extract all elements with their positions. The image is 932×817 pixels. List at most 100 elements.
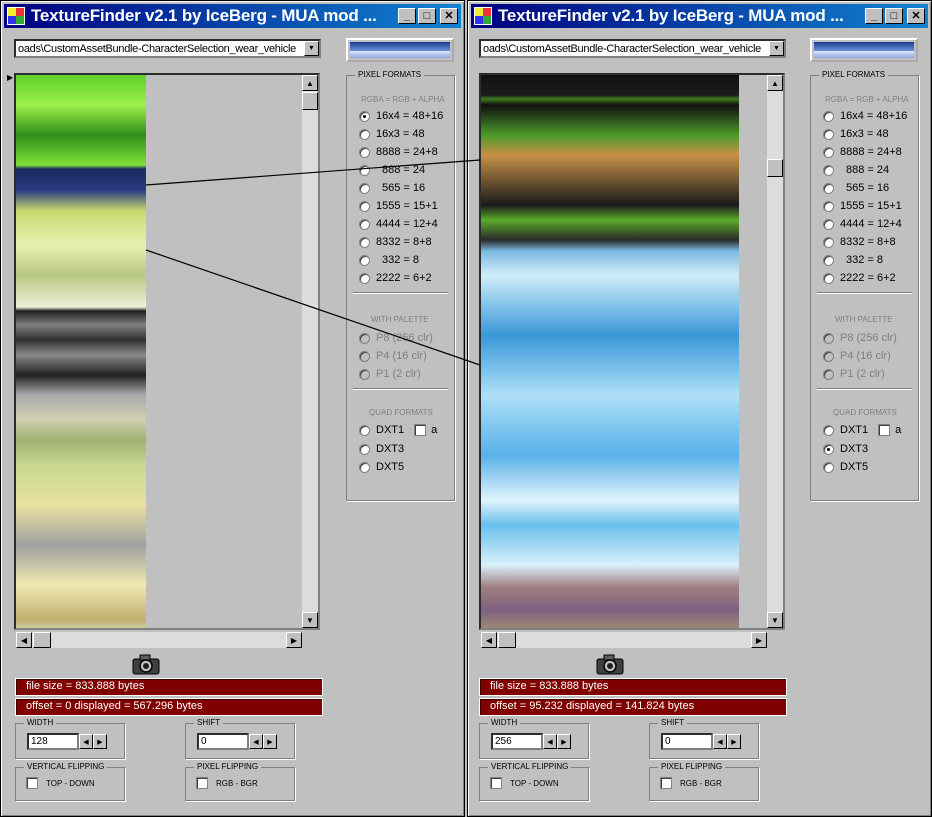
quad-dxt1[interactable]: DXT1 a <box>359 424 437 436</box>
maximize-icon[interactable]: □ <box>885 8 903 24</box>
increment-icon[interactable]: ▶ <box>727 734 741 749</box>
close-icon[interactable]: ✕ <box>440 8 458 24</box>
file-path-dropdown[interactable]: oads\CustomAssetBundle-CharacterSelectio… <box>479 39 786 58</box>
width-input[interactable]: 256 <box>491 733 543 750</box>
iceberg-logo-button[interactable] <box>346 38 454 62</box>
format-8332[interactable]: 8332 = 8+8 <box>823 236 896 248</box>
quad-dxt3[interactable]: DXT3 <box>823 443 868 455</box>
alpha-checkbox[interactable] <box>414 424 427 436</box>
format-1555[interactable]: 1555 = 15+1 <box>823 200 902 212</box>
alpha-checkbox[interactable] <box>878 424 891 436</box>
increment-icon[interactable]: ▶ <box>263 734 277 749</box>
scroll-left-icon[interactable]: ◀ <box>16 632 32 648</box>
shift-spinner[interactable]: 0 ◀ ▶ <box>197 733 277 750</box>
rgb-bgr-toggle[interactable]: RGB - BGR <box>660 777 722 789</box>
decrement-icon[interactable]: ◀ <box>543 734 557 749</box>
quad-dxt1[interactable]: DXT1 a <box>823 424 901 436</box>
shift-spinner[interactable]: 0 ◀ ▶ <box>661 733 741 750</box>
shift-input[interactable]: 0 <box>661 733 713 750</box>
format-332[interactable]: 332 = 8 <box>359 254 419 266</box>
alpha-label: a <box>895 424 902 436</box>
iceberg-logo-button[interactable] <box>810 38 918 62</box>
scroll-right-icon[interactable]: ▶ <box>286 632 302 648</box>
shift-input[interactable]: 0 <box>197 733 249 750</box>
title-bar[interactable]: TextureFinder v2.1 by IceBerg - MUA mod … <box>471 4 928 28</box>
scroll-thumb[interactable] <box>302 92 318 110</box>
scroll-right-icon[interactable]: ▶ <box>751 632 767 648</box>
topdown-toggle[interactable]: TOP - DOWN <box>490 777 559 789</box>
hscroll-thumb[interactable] <box>33 632 51 648</box>
format-4444[interactable]: 4444 = 12+4 <box>823 218 902 230</box>
format-16x3[interactable]: 16x3 = 48 <box>359 128 425 140</box>
rgb-bgr-toggle[interactable]: RGB - BGR <box>196 777 258 789</box>
minimize-icon[interactable]: _ <box>865 8 883 24</box>
scroll-down-icon[interactable]: ▼ <box>767 612 783 628</box>
format-332[interactable]: 332 = 8 <box>823 254 883 266</box>
quad-dxt3[interactable]: DXT3 <box>359 443 404 455</box>
chevron-down-icon[interactable]: ▼ <box>304 41 319 56</box>
pixel-flipping-group: PIXEL FLIPPING RGB - BGR <box>185 762 295 801</box>
format-16x4[interactable]: 16x4 = 48+16 <box>823 110 907 122</box>
palette-label: P1 (2 clr) <box>840 368 885 380</box>
scroll-up-icon[interactable]: ▲ <box>302 75 318 91</box>
radio-dot <box>359 218 370 230</box>
radio-dot <box>823 128 834 140</box>
maximize-icon[interactable]: □ <box>418 8 436 24</box>
format-8332[interactable]: 8332 = 8+8 <box>359 236 432 248</box>
width-spinner[interactable]: 256 ◀ ▶ <box>491 733 571 750</box>
palette-label: P8 (256 clr) <box>840 332 897 344</box>
width-input[interactable]: 128 <box>27 733 79 750</box>
format-565[interactable]: 565 = 16 <box>823 182 889 194</box>
quad-dxt5[interactable]: DXT5 <box>359 461 404 473</box>
topdown-toggle[interactable]: TOP - DOWN <box>26 777 95 789</box>
format-16x4[interactable]: 16x4 = 48+16 <box>359 110 443 122</box>
format-565[interactable]: 565 = 16 <box>359 182 425 194</box>
format-4444[interactable]: 4444 = 12+4 <box>359 218 438 230</box>
palette-p4: P4 (16 clr) <box>359 350 427 362</box>
width-spinner[interactable]: 128 ◀ ▶ <box>27 733 107 750</box>
increment-icon[interactable]: ▶ <box>557 734 571 749</box>
format-2222[interactable]: 2222 = 6+2 <box>359 272 432 284</box>
close-icon[interactable]: ✕ <box>907 8 925 24</box>
chevron-down-icon[interactable]: ▼ <box>769 41 784 56</box>
texture-viewer[interactable]: ▲ ▼ <box>14 73 320 630</box>
vertical-scrollbar[interactable]: ▲ ▼ <box>302 75 318 628</box>
horizontal-scrollbar[interactable]: ◀ ▶ <box>16 632 302 648</box>
palette-p8: P8 (256 clr) <box>823 332 897 344</box>
format-888[interactable]: 888 = 24 <box>359 164 425 176</box>
texturefinder-app-icon[interactable] <box>7 7 25 25</box>
divider <box>817 292 912 294</box>
quad-dxt5[interactable]: DXT5 <box>823 461 868 473</box>
topdown-checkbox[interactable] <box>490 777 502 789</box>
decrement-icon[interactable]: ◀ <box>713 734 727 749</box>
horizontal-scrollbar[interactable]: ◀ ▶ <box>481 632 767 648</box>
decrement-icon[interactable]: ◀ <box>249 734 263 749</box>
format-8888[interactable]: 8888 = 24+8 <box>359 146 438 158</box>
scroll-down-icon[interactable]: ▼ <box>302 612 318 628</box>
hscroll-thumb[interactable] <box>498 632 516 648</box>
camera-icon[interactable] <box>595 652 625 676</box>
scroll-up-icon[interactable]: ▲ <box>767 75 783 91</box>
format-888[interactable]: 888 = 24 <box>823 164 889 176</box>
format-2222[interactable]: 2222 = 6+2 <box>823 272 896 284</box>
rgb-bgr-checkbox[interactable] <box>660 777 672 789</box>
decrement-icon[interactable]: ◀ <box>79 734 93 749</box>
texturefinder-window-left: TextureFinder v2.1 by IceBerg - MUA mod … <box>0 0 465 817</box>
increment-icon[interactable]: ▶ <box>93 734 107 749</box>
texture-viewer[interactable]: ▲ ▼ <box>479 73 785 630</box>
title-bar[interactable]: TextureFinder v2.1 by IceBerg - MUA mod … <box>4 4 461 28</box>
quad-label: DXT5 <box>376 461 405 473</box>
file-path-dropdown[interactable]: oads\CustomAssetBundle-CharacterSelectio… <box>14 39 321 58</box>
camera-icon[interactable] <box>131 652 161 676</box>
vertical-scrollbar[interactable]: ▲ ▼ <box>767 75 783 628</box>
format-8888[interactable]: 8888 = 24+8 <box>823 146 902 158</box>
vflip-label: VERTICAL FLIPPING <box>488 762 572 771</box>
topdown-checkbox[interactable] <box>26 777 38 789</box>
format-1555[interactable]: 1555 = 15+1 <box>359 200 438 212</box>
rgb-bgr-checkbox[interactable] <box>196 777 208 789</box>
texturefinder-app-icon[interactable] <box>474 7 492 25</box>
scroll-left-icon[interactable]: ◀ <box>481 632 497 648</box>
minimize-icon[interactable]: _ <box>398 8 416 24</box>
scroll-thumb[interactable] <box>767 159 783 177</box>
format-16x3[interactable]: 16x3 = 48 <box>823 128 889 140</box>
